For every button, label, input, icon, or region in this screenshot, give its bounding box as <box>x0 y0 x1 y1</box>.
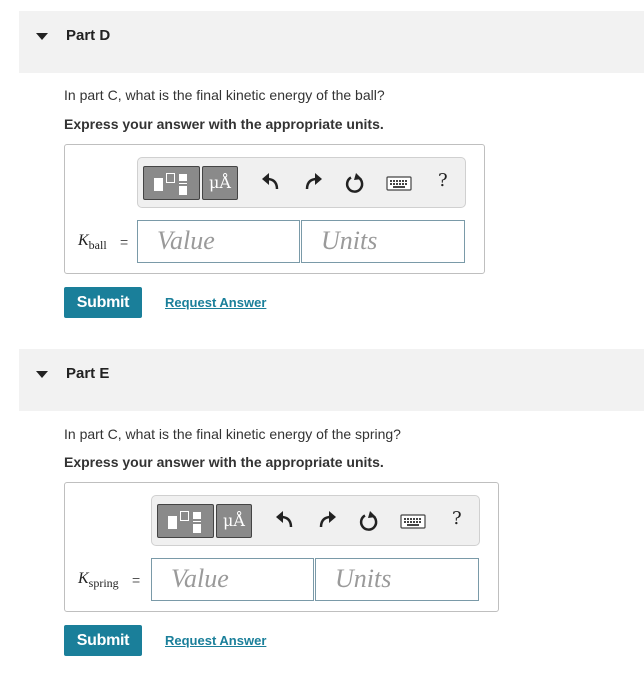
submit-button[interactable]: Submit <box>64 287 142 318</box>
templates-button[interactable] <box>157 504 214 538</box>
part-title: Part E <box>66 365 110 382</box>
instruction-text: Express your answer with the appropriate… <box>64 454 384 470</box>
submit-button[interactable]: Submit <box>64 625 142 656</box>
template-bottom-icon <box>193 524 201 533</box>
reset-icon[interactable] <box>344 171 366 195</box>
variable-subscript: ball <box>88 238 107 253</box>
answer-box: μÅ ? Kspring = Value Units <box>64 482 499 612</box>
variable-label: Kball <box>78 232 107 253</box>
equals-sign: = <box>120 234 129 250</box>
template-top-icon <box>179 174 187 181</box>
redo-icon[interactable] <box>302 171 324 195</box>
value-input[interactable]: Value <box>137 220 300 263</box>
value-input[interactable]: Value <box>151 558 314 601</box>
request-answer-link[interactable]: Request Answer <box>165 633 266 648</box>
template-block-icon <box>168 516 177 529</box>
units-button[interactable]: μÅ <box>202 166 238 200</box>
keyboard-icon[interactable] <box>400 509 426 533</box>
part-title: Part D <box>66 27 111 44</box>
template-top-icon <box>193 512 201 519</box>
answer-box: μÅ ? Kball = Value Units <box>64 144 485 274</box>
templates-button[interactable] <box>143 166 200 200</box>
template-box-icon <box>180 511 189 521</box>
template-block-icon <box>154 178 163 191</box>
keyboard-icon[interactable] <box>386 171 412 195</box>
part-e-header[interactable]: Part E <box>19 349 644 411</box>
question-text: In part C, what is the final kinetic ene… <box>64 426 401 442</box>
fraction-bar-icon <box>179 183 187 184</box>
variable-label: Kspring <box>78 570 119 591</box>
variable-symbol: K <box>78 570 89 587</box>
units-input[interactable]: Units <box>315 558 479 601</box>
fraction-bar-icon <box>193 521 201 522</box>
reset-icon[interactable] <box>358 509 380 533</box>
part-d-header[interactable]: Part D <box>19 11 644 73</box>
undo-icon[interactable] <box>274 509 296 533</box>
request-answer-link[interactable]: Request Answer <box>165 295 266 310</box>
variable-symbol: K <box>78 232 89 249</box>
collapse-caret-icon[interactable] <box>36 371 48 378</box>
help-button[interactable]: ? <box>438 170 448 191</box>
template-bottom-icon <box>179 186 187 195</box>
undo-icon[interactable] <box>260 171 282 195</box>
redo-icon[interactable] <box>316 509 338 533</box>
units-button[interactable]: μÅ <box>216 504 252 538</box>
help-button[interactable]: ? <box>452 508 462 529</box>
collapse-caret-icon[interactable] <box>36 33 48 40</box>
template-box-icon <box>166 173 175 183</box>
equals-sign: = <box>132 572 141 588</box>
variable-subscript: spring <box>88 576 119 591</box>
instruction-text: Express your answer with the appropriate… <box>64 116 384 132</box>
question-text: In part C, what is the final kinetic ene… <box>64 87 385 103</box>
units-input[interactable]: Units <box>301 220 465 263</box>
equation-toolbar: μÅ ? <box>151 495 480 546</box>
equation-toolbar: μÅ ? <box>137 157 466 208</box>
